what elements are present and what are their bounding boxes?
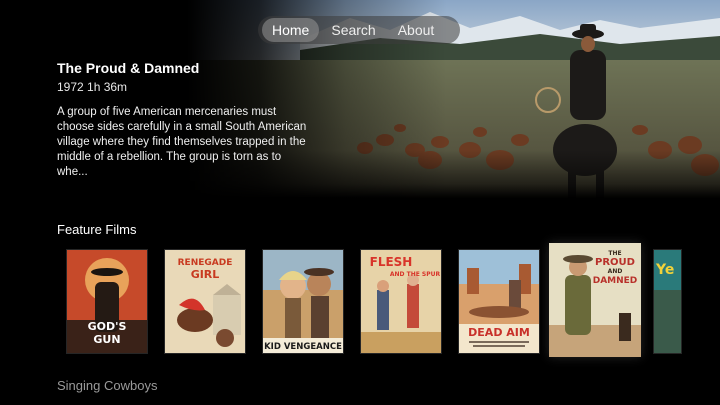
nav-home[interactable]: Home [262, 18, 320, 42]
poster-dead-aim-title: DEAD AIM [468, 326, 530, 339]
poster-flesh-title1: FLESH [370, 255, 413, 269]
poster-renegade-girl-title1: RENEGADE [178, 258, 233, 268]
poster-dead-aim[interactable]: DEAD AIM [458, 249, 540, 354]
poster-flesh-and-the-spur[interactable]: FLESH AND THE SPUR [360, 249, 442, 354]
poster-partial-art: Ye [654, 250, 681, 353]
featured-title: The Proud & Damned [57, 60, 200, 76]
poster-kid-vengeance-art: KID VENGEANCE [263, 250, 343, 353]
poster-kid-vengeance[interactable]: KID VENGEANCE [262, 249, 344, 354]
nav-about[interactable]: About [388, 18, 445, 42]
poster-gods-gun-title2: GUN [93, 333, 120, 346]
poster-gods-gun-title1: GOD'S [88, 320, 127, 333]
feature-films-row: GOD'S GUN RENEGADE GIRL KID VENGEANCE FL… [0, 243, 720, 361]
poster-flesh-title2: AND THE SPUR [390, 271, 441, 278]
section-title-singing-cowboys: Singing Cowboys [57, 378, 158, 393]
poster-flesh-and-the-spur-art: FLESH AND THE SPUR [361, 250, 441, 353]
svg-text:AND: AND [608, 268, 623, 275]
poster-the-proud-and-damned[interactable]: THE PROUD AND DAMNED [549, 243, 641, 357]
featured-meta: 1972 1h 36m [57, 80, 128, 94]
poster-gods-gun[interactable]: GOD'S GUN [66, 249, 148, 354]
nav-search[interactable]: Search [321, 18, 385, 42]
poster-proud-title2: DAMNED [593, 276, 638, 286]
poster-dead-aim-art: DEAD AIM [459, 250, 539, 353]
section-title-feature-films: Feature Films [57, 222, 137, 237]
poster-renegade-girl[interactable]: RENEGADE GIRL [164, 249, 246, 354]
poster-renegade-girl-art: RENEGADE GIRL [165, 250, 245, 353]
poster-gods-gun-art: GOD'S GUN [67, 250, 147, 353]
svg-text:THE: THE [608, 250, 621, 257]
poster-proud-title1: PROUD [595, 257, 635, 268]
poster-kid-vengeance-title: KID VENGEANCE [264, 342, 342, 352]
poster-renegade-girl-title2: GIRL [191, 268, 220, 281]
featured-description: A group of five American mercenaries mus… [57, 106, 307, 178]
poster-partial-title: Ye [655, 262, 674, 278]
poster-partial[interactable]: Ye [653, 249, 682, 354]
poster-proud-damned-art: THE PROUD AND DAMNED [549, 243, 641, 357]
top-nav: Home Search About [258, 16, 460, 44]
